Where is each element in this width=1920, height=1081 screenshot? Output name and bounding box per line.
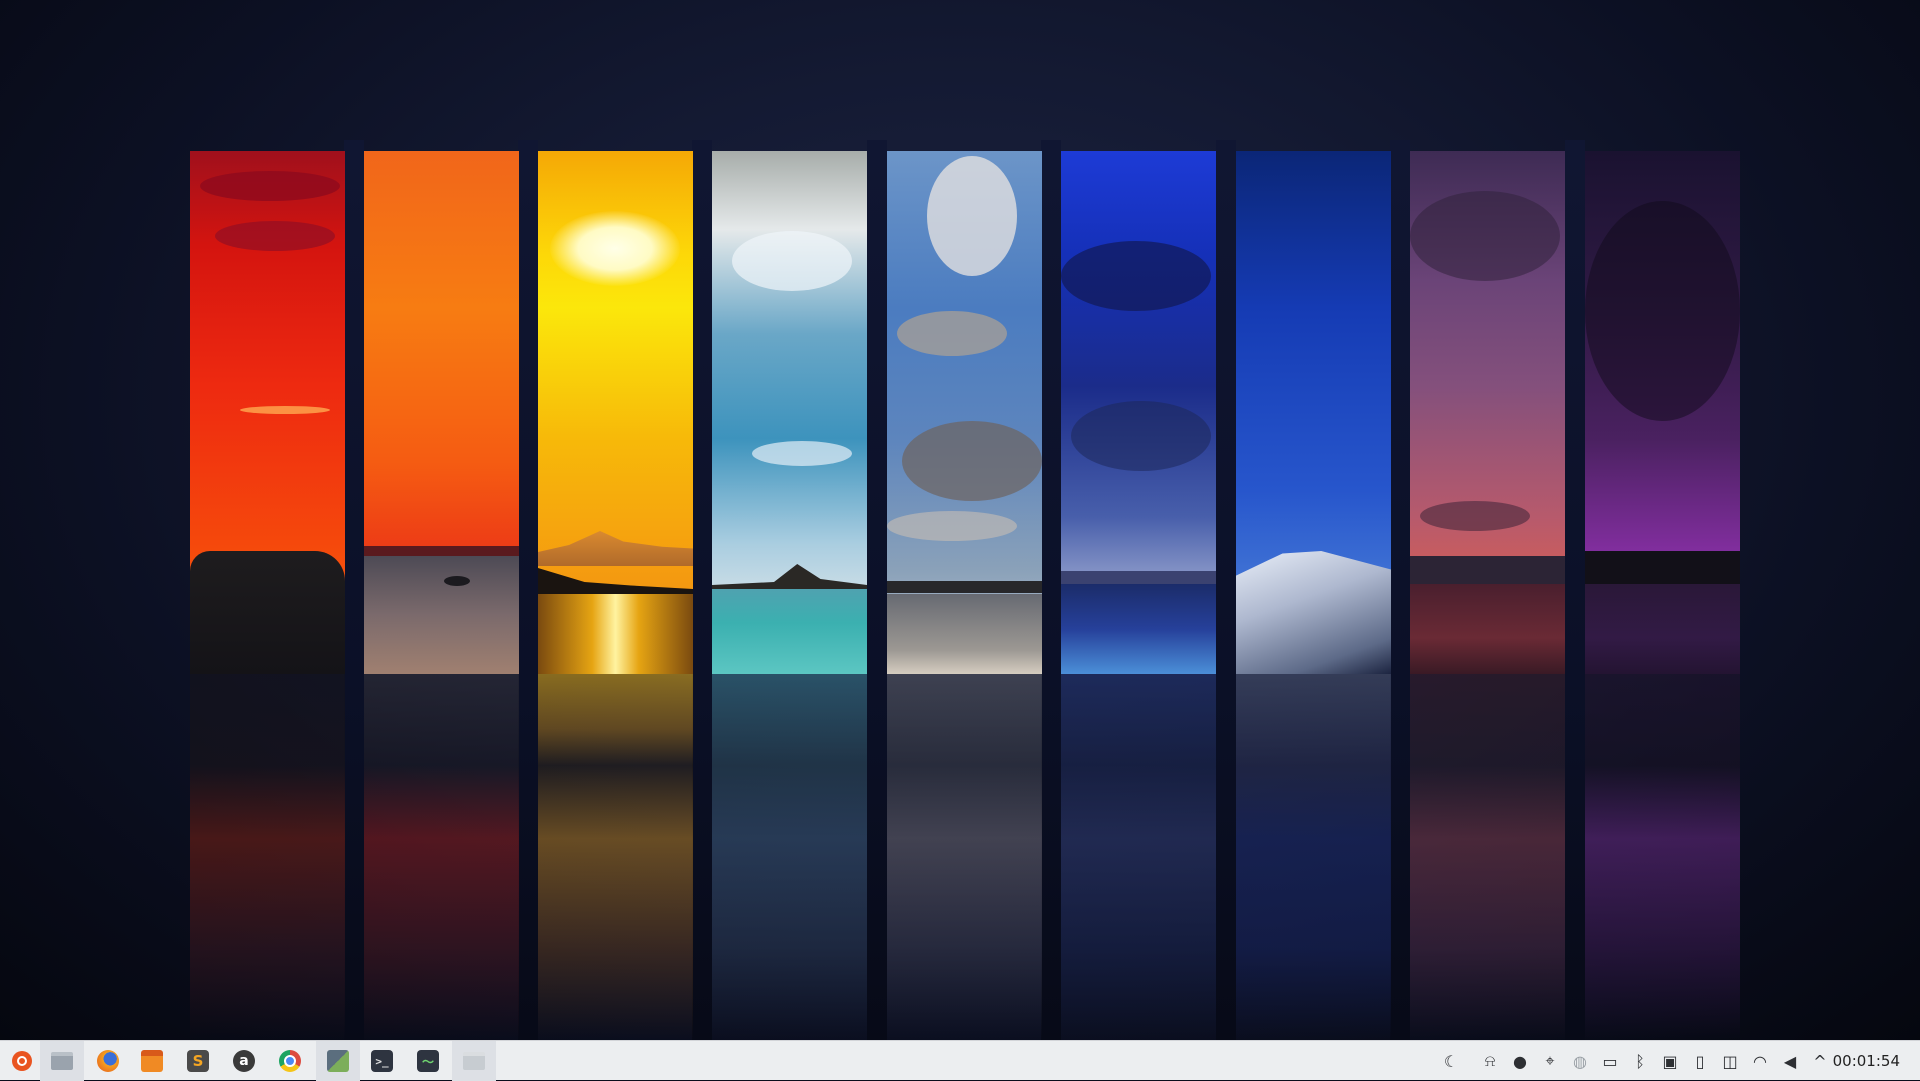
wallpaper-panel-red — [190, 151, 345, 674]
notification-bell-icon[interactable]: ⍾ — [1476, 1041, 1504, 1081]
wallpaper-divider — [692, 140, 712, 1040]
wallpaper-panel-indigo — [1236, 151, 1391, 674]
calendar-icon — [141, 1050, 163, 1072]
ubuntu-menu-button[interactable] — [0, 1041, 44, 1081]
wallpaper-divider — [344, 140, 364, 1040]
file-manager-launcher[interactable] — [452, 1041, 496, 1081]
sublime-text-icon: S — [187, 1050, 209, 1072]
reflection-indigo — [1236, 674, 1391, 1040]
wallpaper-panel-cyan — [712, 151, 867, 674]
wallpaper-panel-blue — [1061, 151, 1216, 674]
usb-drive-icon[interactable]: ▯ — [1686, 1041, 1714, 1081]
display-icon[interactable]: ▣ — [1656, 1041, 1684, 1081]
wallpaper-divider — [1390, 140, 1410, 1040]
user-icon[interactable]: ● — [1506, 1041, 1534, 1081]
amazon-icon: a — [233, 1050, 255, 1072]
wifi-icon[interactable]: ◠ — [1746, 1041, 1774, 1081]
wallpaper-panel-light-blue — [887, 151, 1042, 674]
sublime-text-launcher[interactable]: S — [176, 1041, 220, 1081]
wallpaper-divider — [1041, 140, 1061, 1040]
reflection-red — [190, 674, 345, 1040]
wallpaper-panel-violet — [1410, 151, 1565, 674]
firefox-icon — [97, 1050, 119, 1072]
system-monitor-launcher[interactable]: 〜 — [406, 1041, 450, 1081]
wallpaper-panel-purple — [1585, 151, 1740, 674]
night-mode-icon[interactable]: ☾ — [1437, 1041, 1465, 1081]
reflection-light-blue — [887, 674, 1042, 1040]
reflection-yellow — [538, 674, 693, 1040]
calendar-launcher[interactable] — [130, 1041, 174, 1081]
folder-icon — [51, 1052, 73, 1070]
chrome-icon — [279, 1050, 301, 1072]
file-manager-icon — [463, 1052, 485, 1070]
battery-icon[interactable]: ▭ — [1596, 1041, 1624, 1081]
terminal-icon: >_ — [371, 1050, 393, 1072]
reflection-orange — [364, 674, 519, 1040]
image-viewer-icon — [327, 1050, 349, 1072]
wallpaper-panel-orange — [364, 151, 519, 674]
taskbar: S a >_ 〜 ☾ ⍾ ● ⌖ ◍ ▭ ᛒ ▣ ▯ ◫ ◠ ◀ ^ 00:01… — [0, 1040, 1920, 1081]
wallpaper-divider — [1216, 140, 1236, 1040]
image-viewer-launcher[interactable] — [316, 1041, 360, 1081]
desktop-wallpaper — [0, 0, 1920, 1040]
reflection-blue — [1061, 674, 1216, 1040]
reflection-cyan — [712, 674, 867, 1040]
wallpaper-divider — [518, 140, 538, 1040]
chrome-launcher[interactable] — [268, 1041, 312, 1081]
location-icon[interactable]: ⌖ — [1536, 1041, 1564, 1081]
files-launcher[interactable] — [40, 1041, 84, 1081]
vpn-icon[interactable]: ◍ — [1566, 1041, 1594, 1081]
wallpaper-divider — [867, 140, 887, 1040]
bluetooth-icon[interactable]: ᛒ — [1626, 1041, 1654, 1081]
wallpaper-divider — [1565, 140, 1585, 1040]
storage-icon[interactable]: ◫ — [1716, 1041, 1744, 1081]
reflection-violet — [1410, 674, 1565, 1040]
wallpaper-panel-yellow — [538, 151, 693, 674]
amazon-launcher[interactable]: a — [222, 1041, 266, 1081]
volume-icon[interactable]: ◀ — [1776, 1041, 1804, 1081]
terminal-launcher[interactable]: >_ — [360, 1041, 404, 1081]
ubuntu-logo-icon — [12, 1051, 32, 1071]
firefox-launcher[interactable] — [86, 1041, 130, 1081]
clock[interactable]: 00:01:54 — [1833, 1041, 1900, 1081]
system-monitor-icon: 〜 — [417, 1050, 439, 1072]
chevron-up-icon[interactable]: ^ — [1806, 1041, 1834, 1081]
reflection-purple — [1585, 674, 1740, 1040]
